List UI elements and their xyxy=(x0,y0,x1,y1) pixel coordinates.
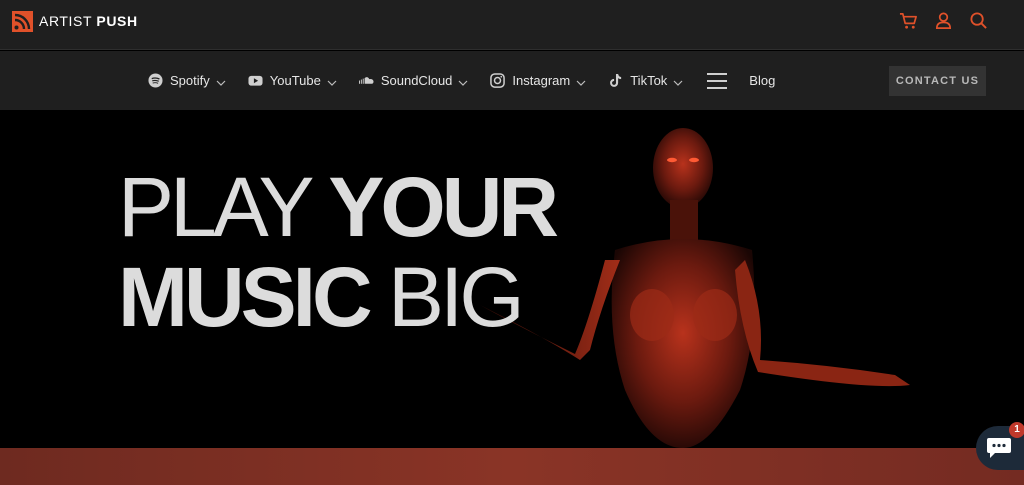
nav-label: Spotify xyxy=(170,73,210,88)
youtube-icon xyxy=(248,73,263,88)
chevron-down-icon xyxy=(216,76,226,86)
user-icon[interactable] xyxy=(934,11,953,30)
nav-label: TikTok xyxy=(630,73,668,88)
brand-logo[interactable]: ARTIST PUSH xyxy=(12,10,138,32)
nav-item-soundcloud[interactable]: SoundCloud xyxy=(358,73,469,88)
hero-word-play: PLAY xyxy=(118,160,313,254)
hero-word-big: BIG xyxy=(388,250,525,344)
chevron-down-icon xyxy=(327,76,337,86)
search-icon[interactable] xyxy=(969,11,988,30)
top-bar: ARTIST PUSH xyxy=(0,0,1024,50)
spotify-icon xyxy=(148,73,163,88)
menu-icon[interactable] xyxy=(707,72,728,89)
nav-item-blog[interactable]: Blog xyxy=(749,73,775,88)
main-navigation: Spotify YouTube SoundCloud Instagram Tik… xyxy=(0,51,1024,110)
cart-icon[interactable] xyxy=(899,11,918,30)
notification-badge: 1 xyxy=(1009,422,1024,438)
chevron-down-icon xyxy=(458,76,468,86)
chat-bubble-icon xyxy=(987,438,1011,458)
nav-label: Instagram xyxy=(512,73,571,88)
nav-label: SoundCloud xyxy=(380,73,453,88)
nav-item-instagram[interactable]: Instagram xyxy=(490,73,586,88)
tiktok-icon xyxy=(608,73,623,88)
hero-word-your: YOUR xyxy=(328,160,559,254)
rss-logo-icon xyxy=(12,10,33,32)
instagram-icon xyxy=(490,73,506,88)
section-band xyxy=(0,448,1024,485)
contact-us-button[interactable]: CONTACT US xyxy=(889,66,986,96)
nav-label: YouTube xyxy=(269,73,321,88)
nav-item-spotify[interactable]: Spotify xyxy=(148,73,226,88)
hero-heading: PLAY YOUR MUSIC BIG xyxy=(118,160,559,344)
brand-name: ARTIST PUSH xyxy=(39,13,138,29)
nav-item-youtube[interactable]: YouTube xyxy=(248,73,337,88)
hero-word-music: MUSIC xyxy=(118,250,373,344)
chevron-down-icon xyxy=(673,76,683,86)
hero-banner: PLAY YOUR MUSIC BIG xyxy=(0,110,1024,448)
chevron-down-icon xyxy=(576,76,586,86)
nav-item-tiktok[interactable]: TikTok xyxy=(608,73,683,88)
soundcloud-icon xyxy=(358,73,374,88)
